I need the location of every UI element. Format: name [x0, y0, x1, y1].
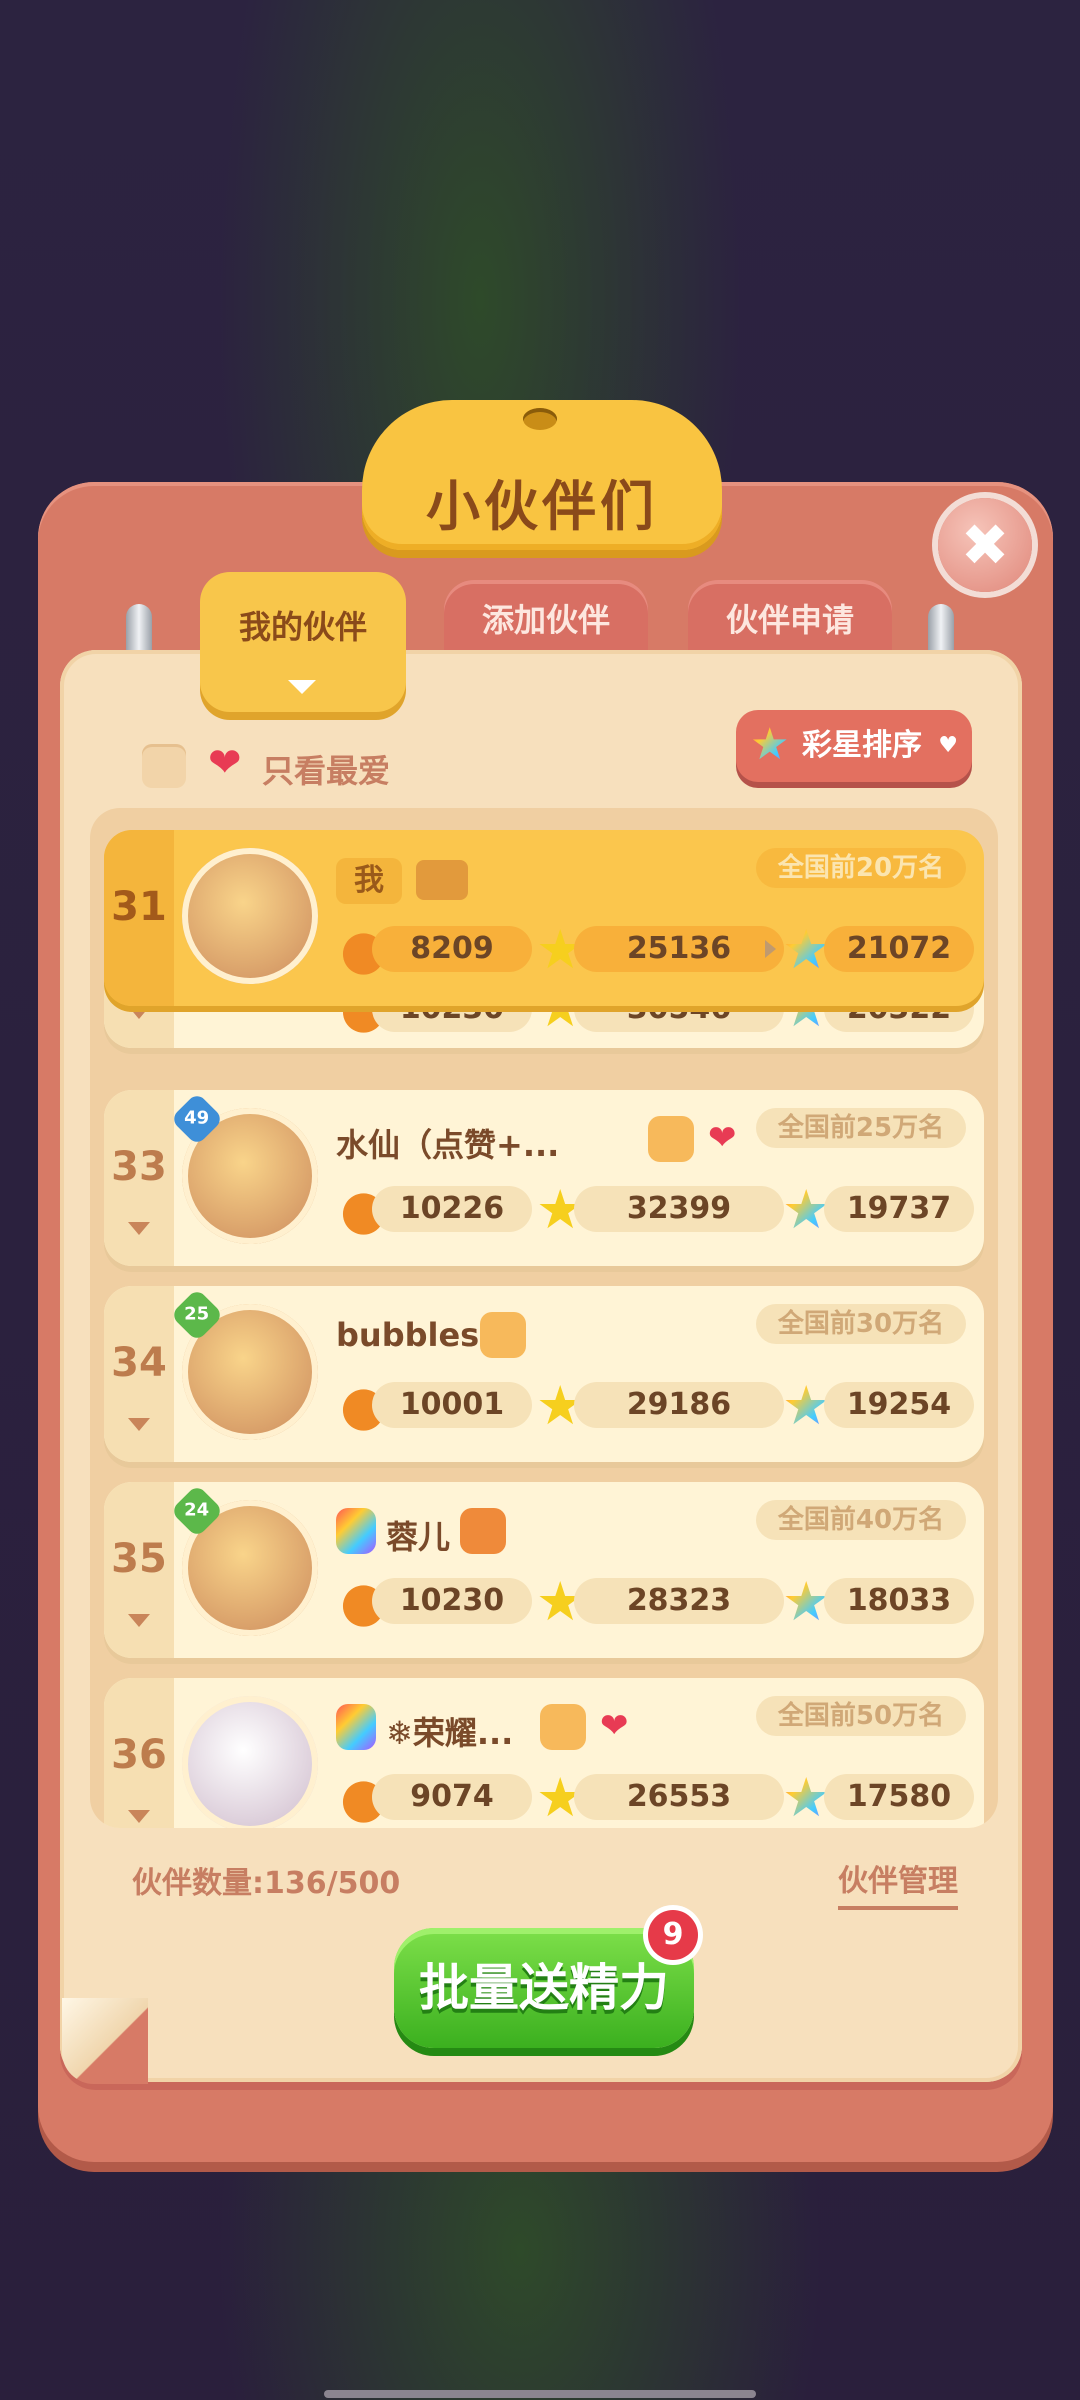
- national-rank-badge: 全国前20万名: [756, 848, 966, 888]
- stars-value: 28323: [574, 1578, 784, 1624]
- heart-icon: ❤: [708, 1118, 737, 1158]
- chevron-down-icon: [288, 680, 316, 694]
- national-rank-badge: 全国前25万名: [756, 1108, 966, 1148]
- close-icon: ✖: [960, 511, 1010, 579]
- rainbow-value: 21072: [824, 926, 974, 972]
- stars-value: 26553: [574, 1774, 784, 1820]
- card-icon: [416, 860, 468, 900]
- chevron-down-icon[interactable]: [128, 1222, 150, 1235]
- rank-number: 31: [111, 884, 167, 930]
- avatar[interactable]: [182, 848, 318, 984]
- rainbow-star-icon: ★: [750, 719, 790, 770]
- chevron-down-icon: [128, 1006, 150, 1019]
- friend-name: 水仙（点赞+...: [336, 1126, 560, 1164]
- national-rank-badge: 全国前50万名: [756, 1696, 966, 1736]
- close-button[interactable]: ✖: [938, 498, 1032, 592]
- page-title: 小伙伴们: [426, 475, 658, 538]
- rainbow-value: 19737: [824, 1186, 974, 1232]
- chevron-down-icon[interactable]: [128, 1614, 150, 1627]
- me-badge: 我: [336, 858, 402, 904]
- rank-number: 33: [111, 1144, 167, 1190]
- heart-icon: ❤: [208, 740, 242, 786]
- energy-value: 10230: [372, 1578, 532, 1624]
- card-icon: [480, 1312, 526, 1358]
- table-row[interactable]: 36 ❄荣耀... ❤ 全国前50万名 ● 9074 ★ 26553 ★ 175…: [104, 1678, 984, 1828]
- rainbow-value: 19254: [824, 1382, 974, 1428]
- my-rank-row[interactable]: 31 我 全国前20万名 ● 8209 ★ 25136 ★ 21072: [104, 830, 984, 1006]
- rank-number: 36: [111, 1732, 167, 1778]
- tab-friend-requests[interactable]: 伙伴申请: [688, 580, 892, 650]
- page-curl: [62, 1998, 148, 2084]
- rainbow-badge-icon: [336, 1704, 376, 1750]
- stars-value: 29186: [574, 1382, 784, 1428]
- heart-icon: ♥: [938, 733, 958, 758]
- title-tab-hole: [523, 408, 557, 430]
- energy-value: 9074: [372, 1774, 532, 1820]
- card-icon: [540, 1704, 586, 1750]
- notification-badge: 9: [648, 1910, 698, 1960]
- rainbow-badge-icon: [336, 1508, 376, 1554]
- table-row[interactable]: 33 49 水仙（点赞+... ❤ 全国前25万名 ● 10226 ★ 3239…: [104, 1090, 984, 1266]
- national-rank-badge: 全国前30万名: [756, 1304, 966, 1344]
- friend-name: ❄荣耀...: [386, 1714, 514, 1752]
- energy-value: 10001: [372, 1382, 532, 1428]
- avatar[interactable]: [182, 1696, 318, 1828]
- friend-count: 伙伴数量:136/500: [132, 1866, 401, 1901]
- sort-button[interactable]: ★ 彩星排序 ♥: [736, 710, 972, 782]
- favorites-only-checkbox[interactable]: [142, 744, 186, 788]
- stars-value: 25136: [574, 926, 784, 972]
- chevron-down-icon[interactable]: [128, 1810, 150, 1823]
- send-button-label: 批量送精力: [419, 1959, 669, 2017]
- level-number: 24: [184, 1500, 210, 1521]
- sort-button-label: 彩星排序: [802, 728, 922, 763]
- table-row[interactable]: 34 25 bubbles 全国前30万名 ● 10001 ★ 29186 ★ …: [104, 1286, 984, 1462]
- tab-add-friends[interactable]: 添加伙伴: [444, 580, 648, 650]
- energy-value: 10226: [372, 1186, 532, 1232]
- chevron-down-icon[interactable]: [128, 1418, 150, 1431]
- card-icon: [648, 1116, 694, 1162]
- rainbow-value: 17580: [824, 1774, 974, 1820]
- home-indicator[interactable]: [324, 2390, 756, 2398]
- friend-name: bubbles: [336, 1316, 480, 1354]
- fish-icon: [460, 1508, 506, 1554]
- tab-label: 伙伴申请: [725, 601, 854, 639]
- friend-name: 蓉儿: [386, 1518, 451, 1556]
- energy-value: 8209: [372, 926, 532, 972]
- rank-number: 34: [111, 1340, 167, 1386]
- rank-number: 35: [111, 1536, 167, 1582]
- level-number: 49: [184, 1108, 210, 1129]
- tab-label: 我的伙伴: [238, 608, 367, 646]
- batch-send-energy-button[interactable]: 批量送精力: [394, 1928, 694, 2048]
- heart-icon: ❤: [600, 1706, 629, 1746]
- national-rank-badge: 全国前40万名: [756, 1500, 966, 1540]
- manage-friends-link[interactable]: 伙伴管理: [838, 1856, 958, 1910]
- stars-value: 32399: [574, 1186, 784, 1232]
- level-number: 25: [184, 1304, 210, 1325]
- rainbow-value: 18033: [824, 1578, 974, 1624]
- table-row[interactable]: 35 24 蓉儿 全国前40万名 ● 10230 ★ 28323 ★ 18033: [104, 1482, 984, 1658]
- play-icon: [765, 940, 776, 958]
- friends-list[interactable]: ● 10230 ★ 30546 ★ 20322 31 我 全国前20万名 ● 8…: [90, 808, 998, 1828]
- favorites-only-label: 只看最爱: [262, 752, 391, 790]
- tab-label: 添加伙伴: [481, 601, 610, 639]
